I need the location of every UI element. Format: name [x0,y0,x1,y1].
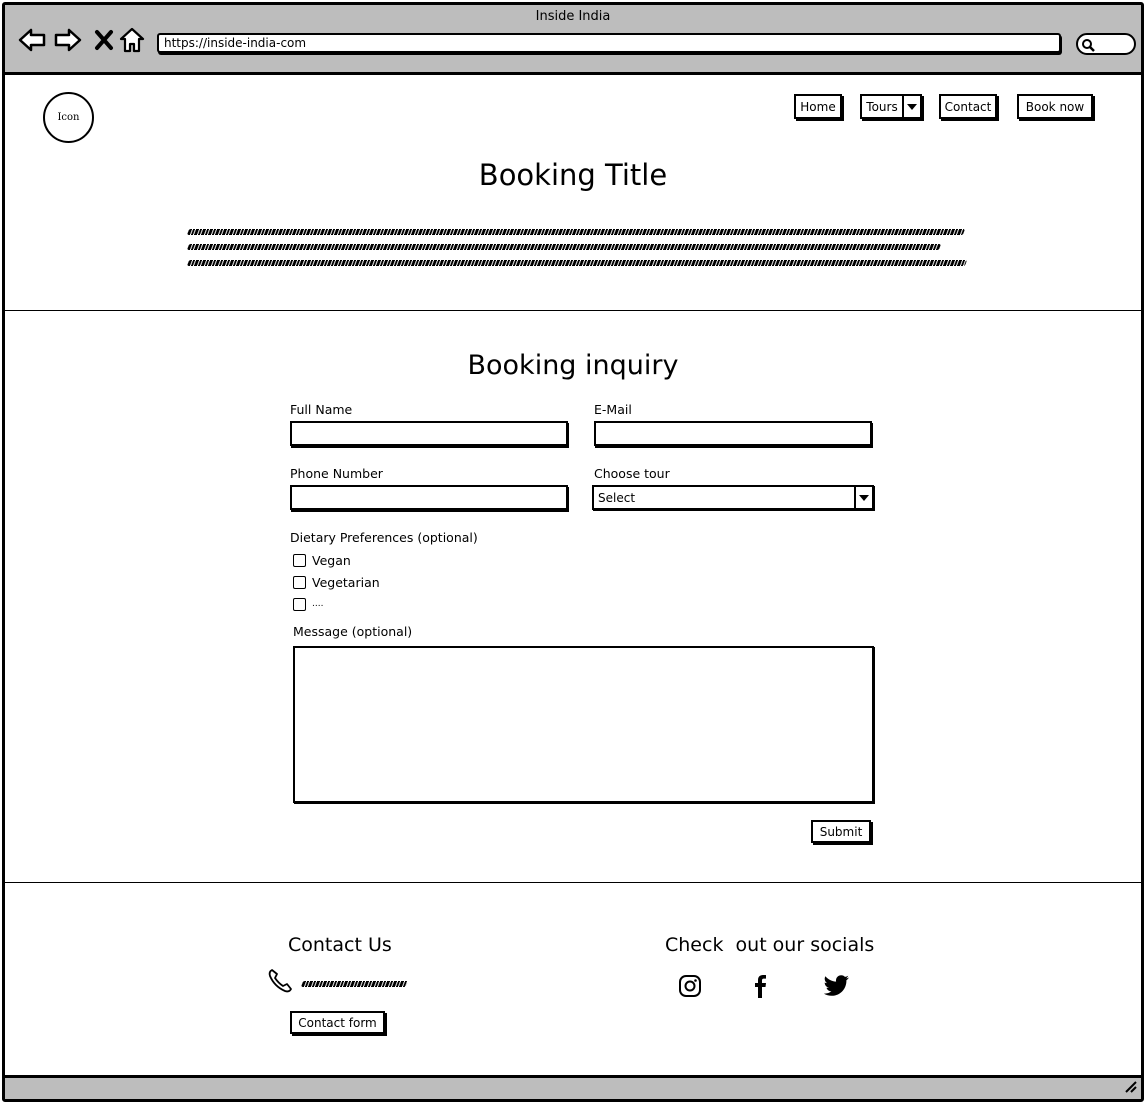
nav-tours-label: Tours [862,96,904,117]
checkbox-label: Vegetarian [312,574,380,590]
facebook-icon[interactable] [747,973,773,999]
nav-tours-dropdown[interactable]: Tours [860,94,922,119]
home-icon[interactable] [117,27,147,53]
forward-arrow-icon[interactable] [53,27,83,53]
contact-form-button[interactable]: Contact form [290,1011,385,1034]
contact-heading: Contact Us [288,934,392,956]
phone-label: Phone Number [290,466,383,481]
search-icon [1082,39,1095,52]
email-input[interactable] [594,421,872,446]
full-name-input[interactable] [290,421,568,446]
message-textarea[interactable] [293,646,874,803]
page-title: Booking Title [478,158,668,192]
socials-heading: Check out our socials [665,934,875,956]
checkbox-vegan[interactable]: Vegan [293,552,351,568]
nav-book-now-button[interactable]: Book now [1017,94,1093,119]
tour-select-value: Select [598,490,636,505]
phone-icon [267,968,293,998]
browser-status-bar [5,1075,1141,1099]
browser-window: Inside India https://inside-india-com Ic… [2,2,1144,1102]
browser-search-box[interactable] [1076,33,1136,55]
phone-input[interactable] [290,485,568,510]
checkbox-box[interactable] [293,597,306,611]
tour-label: Choose tour [594,466,670,481]
chevron-down-icon [904,96,920,117]
tour-select[interactable]: Select [592,485,874,510]
email-label: E-Mail [594,402,632,417]
checkbox-other[interactable]: .... [293,596,323,612]
nav-home-button[interactable]: Home [794,94,842,119]
checkbox-box[interactable] [293,575,306,589]
checkbox-label: Vegan [312,552,351,568]
checkbox-label: .... [312,599,324,609]
checkbox-box[interactable] [293,553,306,567]
window-title: Inside India [535,9,611,24]
nav-contact-button[interactable]: Contact [939,94,997,119]
browser-toolbar: Inside India https://inside-india-com [5,5,1141,75]
resize-grip-icon[interactable] [1123,1078,1137,1097]
twitter-icon[interactable] [824,973,850,999]
chevron-down-icon [854,487,872,508]
close-x-icon[interactable] [89,27,119,53]
checkbox-vegetarian[interactable]: Vegetarian [293,574,380,590]
dietary-label: Dietary Preferences (optional) [290,530,478,545]
instagram-icon[interactable] [677,973,703,999]
phone-number-placeholder [300,981,409,987]
section-divider [5,882,1141,883]
full-name-label: Full Name [290,402,353,417]
logo[interactable]: Icon [43,92,94,143]
address-bar[interactable]: https://inside-india-com [157,33,1061,53]
section-divider [5,310,1141,311]
form-heading: Booking inquiry [467,350,679,381]
back-arrow-icon[interactable] [17,27,47,53]
submit-button[interactable]: Submit [811,820,871,843]
message-label: Message (optional) [293,624,413,639]
